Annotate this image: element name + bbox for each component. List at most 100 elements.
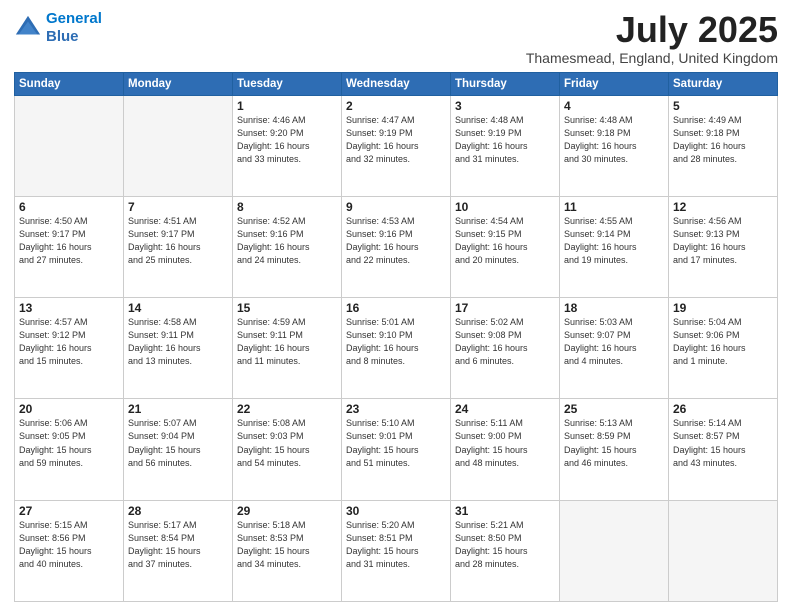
- location: Thamesmead, England, United Kingdom: [526, 50, 778, 66]
- calendar-cell: 3Sunrise: 4:48 AM Sunset: 9:19 PM Daylig…: [451, 95, 560, 196]
- day-number: 28: [128, 504, 228, 518]
- calendar-cell: 29Sunrise: 5:18 AM Sunset: 8:53 PM Dayli…: [233, 500, 342, 601]
- logo: General Blue: [14, 10, 102, 46]
- day-number: 27: [19, 504, 119, 518]
- day-info: Sunrise: 4:48 AM Sunset: 9:18 PM Dayligh…: [564, 114, 664, 166]
- day-number: 25: [564, 402, 664, 416]
- calendar-week-3: 13Sunrise: 4:57 AM Sunset: 9:12 PM Dayli…: [15, 298, 778, 399]
- calendar-week-4: 20Sunrise: 5:06 AM Sunset: 9:05 PM Dayli…: [15, 399, 778, 500]
- calendar-cell: 25Sunrise: 5:13 AM Sunset: 8:59 PM Dayli…: [560, 399, 669, 500]
- day-info: Sunrise: 4:47 AM Sunset: 9:19 PM Dayligh…: [346, 114, 446, 166]
- calendar-cell: 11Sunrise: 4:55 AM Sunset: 9:14 PM Dayli…: [560, 196, 669, 297]
- day-number: 12: [673, 200, 773, 214]
- calendar-cell: 13Sunrise: 4:57 AM Sunset: 9:12 PM Dayli…: [15, 298, 124, 399]
- calendar-header-sunday: Sunday: [15, 72, 124, 95]
- calendar-cell: 2Sunrise: 4:47 AM Sunset: 9:19 PM Daylig…: [342, 95, 451, 196]
- day-info: Sunrise: 5:02 AM Sunset: 9:08 PM Dayligh…: [455, 316, 555, 368]
- day-number: 29: [237, 504, 337, 518]
- calendar-cell: 30Sunrise: 5:20 AM Sunset: 8:51 PM Dayli…: [342, 500, 451, 601]
- day-number: 24: [455, 402, 555, 416]
- day-number: 7: [128, 200, 228, 214]
- day-info: Sunrise: 5:15 AM Sunset: 8:56 PM Dayligh…: [19, 519, 119, 571]
- day-info: Sunrise: 5:14 AM Sunset: 8:57 PM Dayligh…: [673, 417, 773, 469]
- calendar-cell: [124, 95, 233, 196]
- day-info: Sunrise: 5:18 AM Sunset: 8:53 PM Dayligh…: [237, 519, 337, 571]
- calendar-header-monday: Monday: [124, 72, 233, 95]
- calendar-cell: 14Sunrise: 4:58 AM Sunset: 9:11 PM Dayli…: [124, 298, 233, 399]
- day-number: 1: [237, 99, 337, 113]
- calendar-cell: 27Sunrise: 5:15 AM Sunset: 8:56 PM Dayli…: [15, 500, 124, 601]
- day-number: 20: [19, 402, 119, 416]
- day-number: 4: [564, 99, 664, 113]
- day-number: 19: [673, 301, 773, 315]
- day-info: Sunrise: 5:20 AM Sunset: 8:51 PM Dayligh…: [346, 519, 446, 571]
- calendar-cell: 21Sunrise: 5:07 AM Sunset: 9:04 PM Dayli…: [124, 399, 233, 500]
- day-number: 15: [237, 301, 337, 315]
- calendar-cell: 19Sunrise: 5:04 AM Sunset: 9:06 PM Dayli…: [669, 298, 778, 399]
- calendar-cell: [669, 500, 778, 601]
- day-number: 31: [455, 504, 555, 518]
- day-info: Sunrise: 5:01 AM Sunset: 9:10 PM Dayligh…: [346, 316, 446, 368]
- day-number: 6: [19, 200, 119, 214]
- calendar-cell: 31Sunrise: 5:21 AM Sunset: 8:50 PM Dayli…: [451, 500, 560, 601]
- calendar-cell: 16Sunrise: 5:01 AM Sunset: 9:10 PM Dayli…: [342, 298, 451, 399]
- calendar-header-thursday: Thursday: [451, 72, 560, 95]
- calendar-cell: 17Sunrise: 5:02 AM Sunset: 9:08 PM Dayli…: [451, 298, 560, 399]
- day-number: 16: [346, 301, 446, 315]
- calendar-header-tuesday: Tuesday: [233, 72, 342, 95]
- logo-text: General Blue: [46, 10, 102, 46]
- day-number: 5: [673, 99, 773, 113]
- calendar-header-wednesday: Wednesday: [342, 72, 451, 95]
- day-info: Sunrise: 5:10 AM Sunset: 9:01 PM Dayligh…: [346, 417, 446, 469]
- day-number: 30: [346, 504, 446, 518]
- day-info: Sunrise: 4:52 AM Sunset: 9:16 PM Dayligh…: [237, 215, 337, 267]
- day-info: Sunrise: 4:59 AM Sunset: 9:11 PM Dayligh…: [237, 316, 337, 368]
- calendar-cell: 9Sunrise: 4:53 AM Sunset: 9:16 PM Daylig…: [342, 196, 451, 297]
- day-info: Sunrise: 5:11 AM Sunset: 9:00 PM Dayligh…: [455, 417, 555, 469]
- calendar-cell: 5Sunrise: 4:49 AM Sunset: 9:18 PM Daylig…: [669, 95, 778, 196]
- calendar-cell: 18Sunrise: 5:03 AM Sunset: 9:07 PM Dayli…: [560, 298, 669, 399]
- calendar-cell: 23Sunrise: 5:10 AM Sunset: 9:01 PM Dayli…: [342, 399, 451, 500]
- day-info: Sunrise: 5:04 AM Sunset: 9:06 PM Dayligh…: [673, 316, 773, 368]
- day-info: Sunrise: 4:54 AM Sunset: 9:15 PM Dayligh…: [455, 215, 555, 267]
- title-block: July 2025 Thamesmead, England, United Ki…: [526, 10, 778, 66]
- logo-general: General: [46, 10, 102, 27]
- day-info: Sunrise: 5:07 AM Sunset: 9:04 PM Dayligh…: [128, 417, 228, 469]
- calendar-header-saturday: Saturday: [669, 72, 778, 95]
- day-info: Sunrise: 4:50 AM Sunset: 9:17 PM Dayligh…: [19, 215, 119, 267]
- calendar-cell: 28Sunrise: 5:17 AM Sunset: 8:54 PM Dayli…: [124, 500, 233, 601]
- calendar-header-friday: Friday: [560, 72, 669, 95]
- day-info: Sunrise: 4:49 AM Sunset: 9:18 PM Dayligh…: [673, 114, 773, 166]
- day-number: 8: [237, 200, 337, 214]
- calendar-week-1: 1Sunrise: 4:46 AM Sunset: 9:20 PM Daylig…: [15, 95, 778, 196]
- calendar-week-5: 27Sunrise: 5:15 AM Sunset: 8:56 PM Dayli…: [15, 500, 778, 601]
- day-number: 13: [19, 301, 119, 315]
- day-info: Sunrise: 4:46 AM Sunset: 9:20 PM Dayligh…: [237, 114, 337, 166]
- calendar-cell: 24Sunrise: 5:11 AM Sunset: 9:00 PM Dayli…: [451, 399, 560, 500]
- day-number: 22: [237, 402, 337, 416]
- day-number: 26: [673, 402, 773, 416]
- day-info: Sunrise: 5:21 AM Sunset: 8:50 PM Dayligh…: [455, 519, 555, 571]
- calendar-cell: 1Sunrise: 4:46 AM Sunset: 9:20 PM Daylig…: [233, 95, 342, 196]
- header: General Blue July 2025 Thamesmead, Engla…: [14, 10, 778, 66]
- calendar-cell: 20Sunrise: 5:06 AM Sunset: 9:05 PM Dayli…: [15, 399, 124, 500]
- page: General Blue July 2025 Thamesmead, Engla…: [0, 0, 792, 612]
- calendar-cell: 15Sunrise: 4:59 AM Sunset: 9:11 PM Dayli…: [233, 298, 342, 399]
- day-info: Sunrise: 5:13 AM Sunset: 8:59 PM Dayligh…: [564, 417, 664, 469]
- day-number: 21: [128, 402, 228, 416]
- calendar-cell: 12Sunrise: 4:56 AM Sunset: 9:13 PM Dayli…: [669, 196, 778, 297]
- day-number: 18: [564, 301, 664, 315]
- calendar-cell: 8Sunrise: 4:52 AM Sunset: 9:16 PM Daylig…: [233, 196, 342, 297]
- day-number: 3: [455, 99, 555, 113]
- calendar-cell: [15, 95, 124, 196]
- calendar-cell: 4Sunrise: 4:48 AM Sunset: 9:18 PM Daylig…: [560, 95, 669, 196]
- calendar-cell: 26Sunrise: 5:14 AM Sunset: 8:57 PM Dayli…: [669, 399, 778, 500]
- calendar-cell: 6Sunrise: 4:50 AM Sunset: 9:17 PM Daylig…: [15, 196, 124, 297]
- calendar-header-row: SundayMondayTuesdayWednesdayThursdayFrid…: [15, 72, 778, 95]
- day-info: Sunrise: 4:48 AM Sunset: 9:19 PM Dayligh…: [455, 114, 555, 166]
- day-info: Sunrise: 4:56 AM Sunset: 9:13 PM Dayligh…: [673, 215, 773, 267]
- calendar-table: SundayMondayTuesdayWednesdayThursdayFrid…: [14, 72, 778, 602]
- logo-blue: Blue: [46, 28, 79, 45]
- day-info: Sunrise: 4:58 AM Sunset: 9:11 PM Dayligh…: [128, 316, 228, 368]
- day-number: 23: [346, 402, 446, 416]
